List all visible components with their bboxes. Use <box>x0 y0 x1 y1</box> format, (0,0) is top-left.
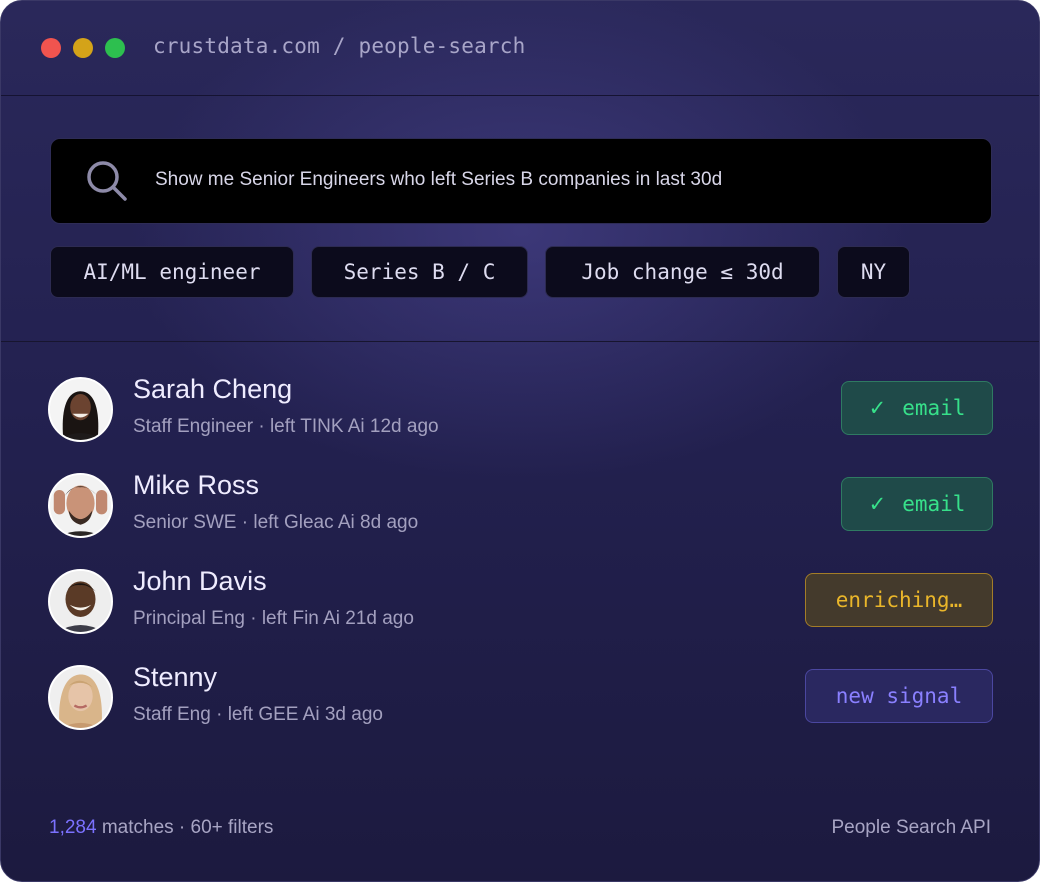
email-status-badge[interactable]: ✓ email <box>841 381 993 435</box>
check-icon: ✓ <box>868 492 887 516</box>
enriching-status-badge[interactable]: enriching… <box>805 573 993 627</box>
filter-chip-funding[interactable]: Series B / C <box>311 246 528 298</box>
filter-chip-job-change[interactable]: Job change ≤ 30d <box>545 246 820 298</box>
badge-label: email <box>902 492 966 516</box>
maximize-window-button[interactable] <box>105 38 125 58</box>
url-breadcrumb: crustdata.com / people-search <box>153 34 526 58</box>
person-name[interactable]: Mike Ross <box>133 470 259 501</box>
person-name[interactable]: Stenny <box>133 662 217 693</box>
app-window: crustdata.com / people-search Show me Se… <box>0 0 1040 882</box>
person-row[interactable]: Sarah Cheng Staff Engineer · left TINK A… <box>1 374 1039 457</box>
badge-label: email <box>902 396 966 420</box>
avatar <box>48 665 113 730</box>
avatar <box>48 377 113 442</box>
person-meta: Staff Eng · left GEE Ai 3d ago <box>133 704 383 725</box>
search-icon <box>87 161 127 201</box>
title-bar: crustdata.com / people-search <box>1 1 1039 96</box>
check-icon: ✓ <box>868 396 887 420</box>
product-label: People Search API <box>831 817 992 838</box>
matches-text: matches · 60+ filters <box>96 817 274 838</box>
person-name[interactable]: John Davis <box>133 566 267 597</box>
person-row[interactable]: Stenny Staff Eng · left GEE Ai 3d ago ne… <box>1 662 1039 745</box>
close-window-button[interactable] <box>41 38 61 58</box>
new-signal-badge[interactable]: new signal <box>805 669 993 723</box>
badge-label: new signal <box>835 684 963 708</box>
match-count: 1,284 <box>49 817 97 838</box>
minimize-window-button[interactable] <box>73 38 93 58</box>
filter-chip-location[interactable]: NY <box>837 246 910 298</box>
person-name[interactable]: Sarah Cheng <box>133 374 292 405</box>
person-row[interactable]: Mike Ross Senior SWE · left Gleac Ai 8d … <box>1 470 1039 553</box>
person-meta: Staff Engineer · left TINK Ai 12d ago <box>133 416 439 437</box>
search-query[interactable]: Show me Senior Engineers who left Series… <box>155 169 722 191</box>
person-meta: Senior SWE · left Gleac Ai 8d ago <box>133 512 419 533</box>
person-meta: Principal Eng · left Fin Ai 21d ago <box>133 608 414 629</box>
email-status-badge[interactable]: ✓ email <box>841 477 993 531</box>
avatar <box>48 569 113 634</box>
divider <box>1 341 1039 342</box>
person-row[interactable]: John Davis Principal Eng · left Fin Ai 2… <box>1 566 1039 649</box>
badge-label: enriching… <box>835 588 963 612</box>
avatar <box>48 473 113 538</box>
filter-chip-role[interactable]: AI/ML engineer <box>50 246 294 298</box>
results-summary: 1,284 matches · 60+ filters <box>49 817 273 839</box>
